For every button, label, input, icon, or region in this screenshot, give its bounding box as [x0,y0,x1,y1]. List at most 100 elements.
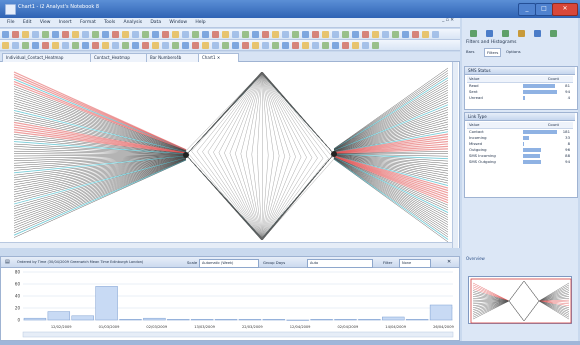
toolbar-tool-icon[interactable] [172,42,179,49]
toolbar-tool-icon[interactable] [352,31,359,38]
panel-close-icon[interactable]: ✕ [447,259,451,265]
subtab-filters[interactable]: Filters [484,48,502,57]
overview-window[interactable] [468,276,572,324]
link-line[interactable] [261,71,280,156]
pane-tool-icon[interactable] [534,30,541,37]
link-line[interactable] [261,71,324,159]
link-line[interactable] [191,150,263,241]
scale-dropdown[interactable]: Automatic (Week) [199,259,259,268]
maximize-button[interactable]: □ [535,3,553,16]
toolbar-tool-icon[interactable] [332,42,339,49]
toolbar-tool-icon[interactable] [322,31,329,38]
toolbar-tool-icon[interactable] [92,31,99,38]
link-line[interactable] [261,71,329,159]
toolbar-tool-icon[interactable] [122,42,129,49]
toolbar-tool-icon[interactable] [272,31,279,38]
toolbar-tool-icon[interactable] [302,31,309,38]
link-line[interactable] [261,154,263,241]
toolbar-tool-icon[interactable] [2,31,9,38]
toolbar-tool-icon[interactable] [112,42,119,49]
pane-tool-icon[interactable] [550,30,557,37]
menu-view[interactable]: View [40,20,51,25]
toolbar-tool-icon[interactable] [162,31,169,38]
toolbar-tool-icon[interactable] [232,42,239,49]
toolbar-tool-icon[interactable] [262,31,269,38]
histogram-bar[interactable] [358,319,381,321]
toolbar-tool-icon[interactable] [342,42,349,49]
toolbar-tool-icon[interactable] [12,31,19,38]
link-line[interactable] [213,71,263,153]
toolbar-tool-icon[interactable] [212,42,219,49]
right-hub-node[interactable] [331,151,337,157]
histogram-bar[interactable] [71,315,94,321]
link-line[interactable] [196,71,263,152]
toolbar-tool-icon[interactable] [222,31,229,38]
link-line[interactable] [261,71,313,158]
toolbar-tool-icon[interactable] [202,31,209,38]
histogram-bar[interactable] [23,317,47,321]
link-line[interactable] [213,152,263,241]
histogram-bar[interactable] [119,319,142,321]
group-dropdown[interactable]: Auto [307,259,373,268]
histogram-bar[interactable] [310,319,333,321]
link-line[interactable] [185,154,262,241]
toolbar-tool-icon[interactable] [152,31,159,38]
toolbar-tool-icon[interactable] [182,42,189,49]
link-line[interactable] [261,71,263,156]
histogram-chart[interactable]: 80 60 40 20 0 12/02/2009 01/03/2009 02/03/2009 1… [1,268,459,341]
subtab-bars[interactable]: Bars [466,49,474,54]
toolbar-tool-icon[interactable] [342,31,349,38]
menu-help[interactable]: Help [195,20,205,25]
menu-tools[interactable]: Tools [104,20,115,25]
link-line[interactable] [185,71,263,151]
link-line[interactable] [261,71,296,157]
toolbar-tool-icon[interactable] [52,42,59,49]
toolbar-tool-icon[interactable] [72,42,79,49]
toolbar-tool-icon[interactable] [362,42,369,49]
histogram-bar[interactable] [143,317,166,321]
toolbar-tool-icon[interactable] [242,42,249,49]
menu-analysis[interactable]: Analysis [124,20,143,25]
toolbar-tool-icon[interactable] [312,31,319,38]
link-line[interactable] [251,71,263,155]
toolbar-tool-icon[interactable] [372,42,379,49]
link-line[interactable] [261,156,291,241]
close-tab-icon[interactable]: ✕ [217,55,220,60]
toolbar-tool-icon[interactable] [372,31,379,38]
histogram-bar[interactable] [429,304,453,321]
menu-data[interactable]: Data [150,20,161,25]
toolbar-tool-icon[interactable] [32,42,39,49]
link-line[interactable] [229,153,263,241]
toolbar-tool-icon[interactable] [172,31,179,38]
toolbar-tool-icon[interactable] [422,31,429,38]
toolbar-tool-icon[interactable] [222,42,229,49]
pane-tool-icon[interactable] [486,30,493,37]
toolbar-tool-icon[interactable] [132,42,139,49]
toolbar-tool-icon[interactable] [302,42,309,49]
toolbar-tool-icon[interactable] [102,42,109,49]
type-row[interactable]: SMS Outgoing 94 [467,159,573,165]
menu-edit[interactable]: Edit [23,20,32,25]
toolbar-tool-icon[interactable] [252,31,259,38]
histogram-bar[interactable] [334,319,357,321]
section-header[interactable]: Link Type [465,113,575,121]
toolbar-tool-icon[interactable] [22,42,29,49]
toolbar-tool-icon[interactable] [362,31,369,38]
mdi-window-controls[interactable]: _ ▫ ✕ [442,18,454,23]
link-line[interactable] [13,157,187,207]
toolbar-tool-icon[interactable] [282,31,289,38]
toolbar-tool-icon[interactable] [62,31,69,38]
link-line[interactable] [261,158,324,241]
toolbar-tool-icon[interactable] [412,31,419,38]
toolbar-tool-icon[interactable] [192,31,199,38]
link-line[interactable] [261,71,291,157]
toolbar-tool-icon[interactable] [202,42,209,49]
minimize-button[interactable]: _ [518,3,536,16]
toolbar-tool-icon[interactable] [262,42,269,49]
toolbar-tool-icon[interactable] [12,42,19,49]
toolbar-tool-icon[interactable] [282,42,289,49]
toolbar-tool-icon[interactable] [292,42,299,49]
link-line[interactable] [261,158,329,241]
histogram-bar[interactable] [190,319,214,321]
pane-tool-icon[interactable] [518,30,525,37]
